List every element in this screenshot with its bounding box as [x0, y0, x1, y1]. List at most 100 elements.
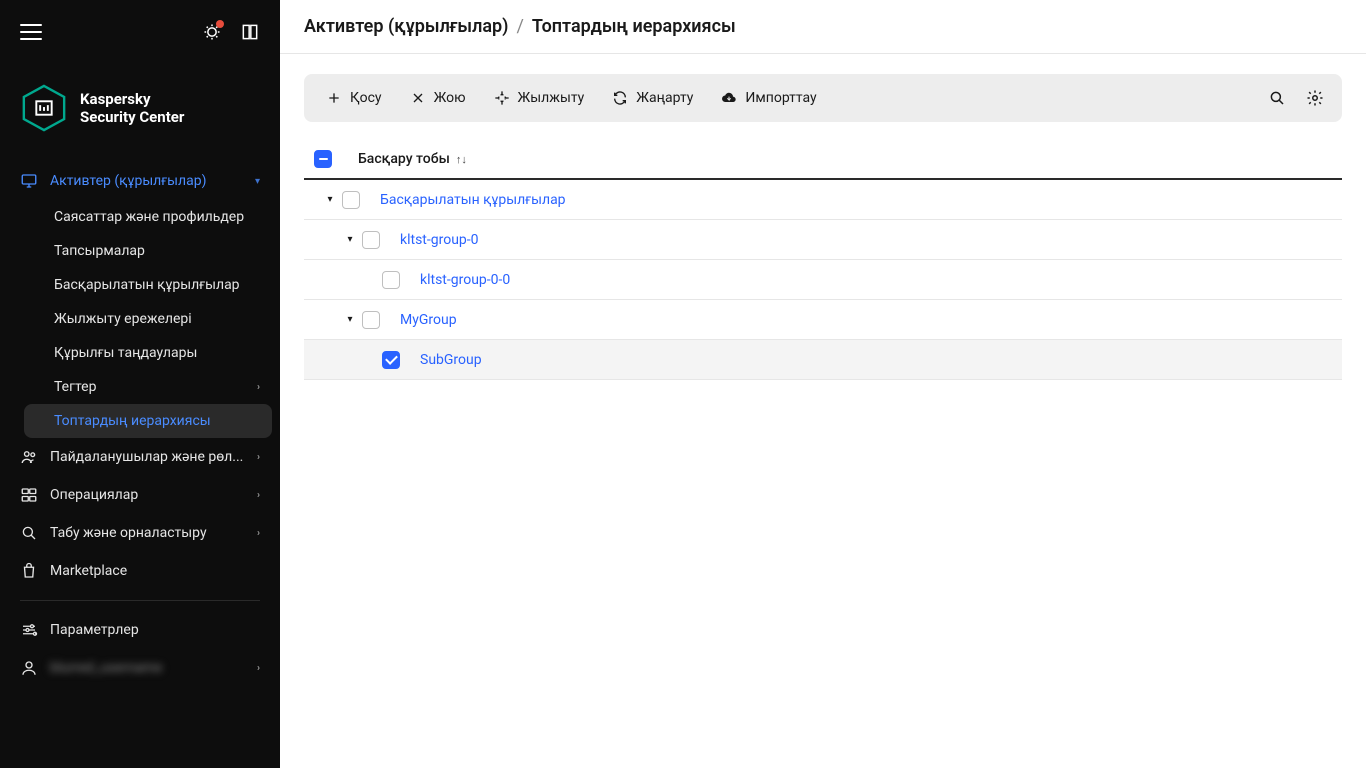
sidebar-sub-managed-devices[interactable]: Басқарылатын құрылғылар	[24, 268, 272, 302]
expand-caret[interactable]: ▾	[342, 314, 358, 325]
help-button[interactable]	[240, 22, 260, 42]
breadcrumb-parent[interactable]: Активтер (құрылғылар)	[304, 16, 508, 37]
chevron-right-icon: ›	[257, 382, 260, 393]
sidebar-item-label: Операциялар	[50, 487, 138, 503]
logo-icon	[20, 84, 68, 132]
plus-icon	[326, 90, 342, 106]
book-icon	[240, 22, 260, 42]
cloud-download-icon	[721, 90, 737, 106]
import-button-label: Импорттау	[745, 90, 816, 106]
row-checkbox[interactable]	[362, 311, 380, 329]
sidebar: Kaspersky Security Center Активтер (құры…	[0, 0, 280, 768]
sidebar-sub-tasks[interactable]: Тапсырмалар	[24, 234, 272, 268]
app-title-line2: Security Center	[80, 108, 184, 126]
expand-caret[interactable]: ▾	[322, 194, 338, 205]
sidebar-account-label: blurred_username	[50, 660, 162, 676]
group-link[interactable]: kltst-group-0	[386, 232, 479, 248]
breadcrumb-current: Топтардың иерархиясы	[532, 16, 736, 37]
sidebar-item-label: Marketplace	[50, 563, 127, 579]
sidebar-assets-subitems: Саясаттар және профильдер Тапсырмалар Ба…	[8, 200, 272, 438]
user-icon	[20, 659, 38, 677]
breadcrumb-separator: /	[516, 16, 523, 37]
menu-toggle-button[interactable]	[20, 24, 42, 40]
table-header: Басқару тобы ↑↓	[304, 140, 1342, 180]
delete-button-label: Жою	[434, 90, 466, 106]
sidebar-topbar	[0, 0, 280, 64]
column-header-label: Басқару тобы	[358, 151, 450, 167]
sidebar-item-settings[interactable]: Параметрлер	[8, 611, 272, 649]
operations-icon	[20, 486, 38, 504]
gear-icon	[1306, 89, 1324, 107]
group-link[interactable]: Басқарылатын құрылғылар	[366, 192, 566, 208]
row-checkbox[interactable]	[362, 231, 380, 249]
header-checkbox-cell	[314, 150, 342, 168]
table-row: ▾ kltst-group-0	[304, 220, 1342, 260]
sidebar-item-label: Табу және орналастыру	[50, 525, 207, 541]
settings-button[interactable]	[1298, 81, 1332, 115]
sidebar-item-label: Активтер (құрылғылар)	[50, 173, 206, 189]
group-link[interactable]: MyGroup	[386, 312, 457, 328]
sidebar-item-users-roles[interactable]: Пайдаланушылар және рөл... ›	[8, 438, 272, 476]
select-all-checkbox[interactable]	[314, 150, 332, 168]
sidebar-item-label: Параметрлер	[50, 622, 139, 638]
sidebar-divider	[20, 600, 260, 601]
monitor-icon	[20, 172, 38, 190]
sidebar-item-account[interactable]: blurred_username ›	[8, 649, 272, 687]
move-button-label: Жылжыту	[518, 90, 585, 106]
group-link[interactable]: SubGroup	[406, 352, 482, 368]
row-checkbox[interactable]	[342, 191, 360, 209]
sidebar-item-label: Пайдаланушылар және рөл...	[50, 449, 243, 465]
table-row: SubGroup	[304, 340, 1342, 380]
chevron-down-icon: ▾	[255, 176, 260, 187]
search-button[interactable]	[1260, 81, 1294, 115]
content-area: Қосу Жою Жылжыту Жаңарту Импорттау	[280, 54, 1366, 400]
table-row: ▾ Басқарылатын құрылғылар	[304, 180, 1342, 220]
sliders-icon	[20, 621, 38, 639]
sidebar-sub-tags[interactable]: Тегтер›	[24, 370, 272, 404]
app-title-line1: Kaspersky	[80, 90, 184, 108]
breadcrumb: Активтер (құрылғылар) / Топтардың иерарх…	[280, 0, 1366, 54]
sidebar-item-operations[interactable]: Операциялар ›	[8, 476, 272, 514]
app-title: Kaspersky Security Center	[80, 90, 184, 126]
x-icon	[410, 90, 426, 106]
logo-block: Kaspersky Security Center	[0, 64, 280, 162]
add-button-label: Қосу	[350, 90, 382, 106]
sidebar-sub-policies[interactable]: Саясаттар және профильдер	[24, 200, 272, 234]
search-icon	[1268, 89, 1286, 107]
row-checkbox[interactable]	[382, 351, 400, 369]
add-button[interactable]: Қосу	[314, 82, 394, 114]
notification-dot-icon	[216, 20, 224, 28]
refresh-button[interactable]: Жаңарту	[600, 82, 705, 114]
sidebar-sub-group-hierarchy[interactable]: Топтардың иерархиясы	[24, 404, 272, 438]
expand-caret[interactable]: ▾	[342, 234, 358, 245]
sidebar-sub-move-rules[interactable]: Жылжыту ережелері	[24, 302, 272, 336]
users-icon	[20, 448, 38, 466]
chevron-right-icon: ›	[257, 490, 260, 501]
notifications-button[interactable]	[202, 22, 222, 42]
topbar-icons	[202, 22, 260, 42]
search-icon	[20, 524, 38, 542]
refresh-button-label: Жаңарту	[636, 90, 693, 106]
main-content: Активтер (құрылғылар) / Топтардың иерарх…	[280, 0, 1366, 768]
sidebar-sub-device-selections[interactable]: Құрылғы таңдаулары	[24, 336, 272, 370]
sort-icon: ↑↓	[456, 153, 467, 166]
group-link[interactable]: kltst-group-0-0	[406, 272, 510, 288]
refresh-icon	[612, 90, 628, 106]
move-icon	[494, 90, 510, 106]
row-checkbox[interactable]	[382, 271, 400, 289]
chevron-right-icon: ›	[257, 452, 260, 463]
chevron-right-icon: ›	[257, 528, 260, 539]
sidebar-item-marketplace[interactable]: Marketplace	[8, 552, 272, 590]
bag-icon	[20, 562, 38, 580]
sidebar-item-discovery[interactable]: Табу және орналастыру ›	[8, 514, 272, 552]
sidebar-item-assets[interactable]: Активтер (құрылғылар) ▾	[8, 162, 272, 200]
table-row: kltst-group-0-0	[304, 260, 1342, 300]
column-header-group[interactable]: Басқару тобы ↑↓	[342, 151, 467, 167]
table-row: ▾ MyGroup	[304, 300, 1342, 340]
move-button[interactable]: Жылжыту	[482, 82, 597, 114]
sidebar-nav: Активтер (құрылғылар) ▾ Саясаттар және п…	[0, 162, 280, 768]
toolbar: Қосу Жою Жылжыту Жаңарту Импорттау	[304, 74, 1342, 122]
delete-button[interactable]: Жою	[398, 82, 478, 114]
chevron-right-icon: ›	[257, 663, 260, 674]
import-button[interactable]: Импорттау	[709, 82, 828, 114]
